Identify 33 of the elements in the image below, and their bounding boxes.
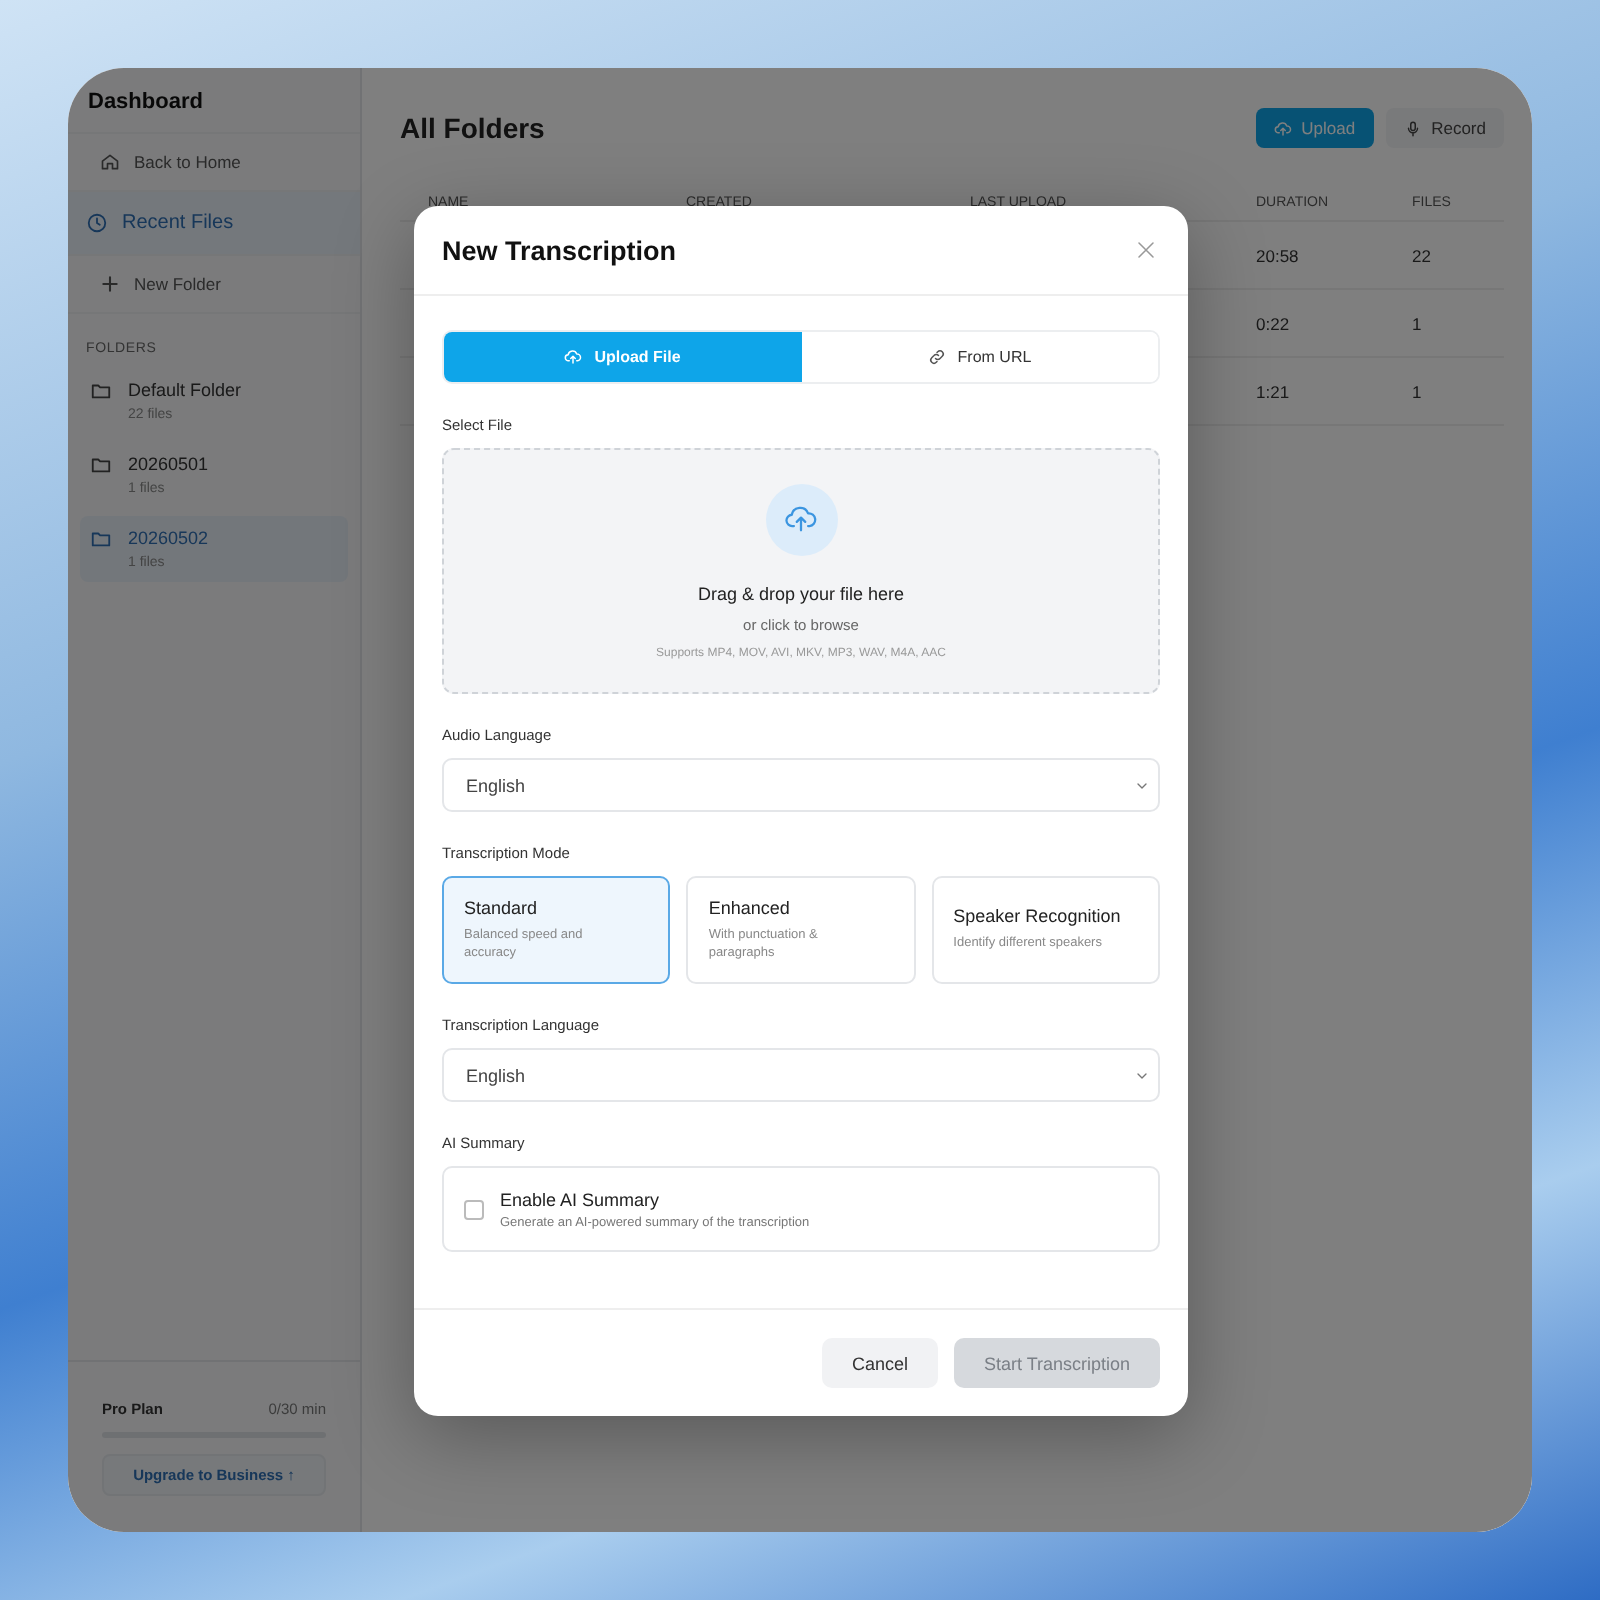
link-icon — [927, 348, 946, 366]
table-cell: 1 — [1412, 313, 1422, 333]
folder-icon — [90, 528, 112, 550]
checkbox[interactable] — [464, 1199, 484, 1219]
clock-icon — [86, 212, 108, 234]
plus-icon — [100, 274, 120, 294]
folder-icon — [90, 454, 112, 476]
nav-item[interactable]: New Folder — [68, 256, 360, 314]
table-cell: 1:21 — [1256, 381, 1290, 401]
folder-icon — [90, 380, 112, 402]
record-button[interactable]: Record — [1385, 108, 1504, 148]
table-cell: 1 — [1412, 381, 1422, 401]
language-select[interactable]: English — [442, 758, 1160, 812]
close-button[interactable] — [1134, 238, 1158, 262]
page-title: All Folders — [400, 112, 545, 144]
upload-cloud-icon — [564, 348, 583, 366]
upload-cloud-icon — [1273, 119, 1292, 137]
upload-button[interactable]: Upload — [1255, 108, 1374, 148]
table-cell: 22 — [1412, 245, 1431, 265]
option-title: Enable AI Summary — [500, 1189, 662, 1209]
dialog-title: New Transcription — [442, 235, 677, 265]
microphone-icon — [1403, 119, 1422, 137]
close-icon — [1134, 238, 1158, 262]
table-cell: 20:58 — [1256, 245, 1299, 265]
sidebar-title: Dashboard — [68, 68, 360, 134]
drop-title: Drag & drop your file here — [697, 583, 905, 603]
home-icon — [100, 152, 120, 172]
language-select[interactable]: English — [442, 1048, 1160, 1102]
cancel-button[interactable]: Cancel — [821, 1338, 938, 1388]
nav-item[interactable]: Recent Files — [68, 192, 360, 256]
upload-cloud-icon — [784, 502, 818, 536]
table-cell: 0:22 — [1256, 313, 1290, 333]
tab[interactable]: Upload File — [444, 332, 801, 382]
